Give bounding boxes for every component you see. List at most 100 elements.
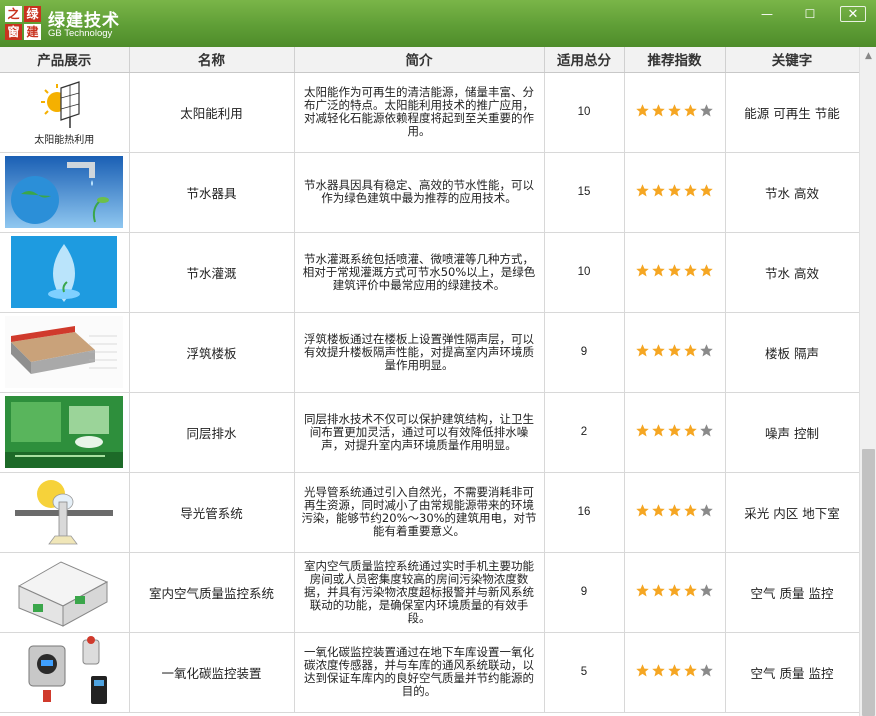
product-score: 2 — [544, 392, 625, 473]
star-empty-icon — [699, 583, 714, 601]
product-rating — [624, 632, 726, 713]
star-filled-icon — [683, 343, 698, 361]
star-rating — [635, 103, 714, 121]
star-filled-icon — [651, 503, 666, 521]
product-name: 导光管系统 — [129, 472, 295, 553]
product-score: 10 — [544, 232, 625, 313]
star-filled-icon — [667, 343, 682, 361]
star-filled-icon — [667, 103, 682, 121]
product-description: 节水器具因具有稳定、高效的节水性能，可以作为绿色建筑中最为推荐的应用技术。 — [294, 152, 545, 233]
star-filled-icon — [635, 343, 650, 361]
product-image-cell — [0, 392, 130, 473]
logo-char: 绿 — [24, 6, 41, 22]
product-image-cell — [0, 312, 130, 393]
star-filled-icon — [651, 583, 666, 601]
product-name: 同层排水 — [129, 392, 295, 473]
tech-table: 产品展示 名称 简介 适用总分 推荐指数 关键字 太阳能热利用 太阳能利用 太阳… — [0, 47, 859, 713]
table-row[interactable]: 同层排水 同层排水技术不仅可以保护建筑结构，让卫生间布置更加灵活，通过可以有效降… — [0, 392, 859, 473]
star-filled-icon — [699, 183, 714, 201]
star-rating — [635, 263, 714, 281]
product-keywords: 空气 质量 监控 — [725, 632, 859, 713]
table-row[interactable]: 浮筑楼板 浮筑楼板通过在楼板上设置弹性隔声层，可以有效提升楼板隔声性能，对提高室… — [0, 312, 859, 393]
solar-panel-icon: 太阳能热利用 — [5, 76, 123, 148]
star-filled-icon — [651, 183, 666, 201]
product-name: 节水灌溉 — [129, 232, 295, 313]
star-rating — [635, 183, 714, 201]
table-row[interactable]: 节水灌溉 节水灌溉系统包括喷灌、微喷灌等几种方式，相对于常规灌溉方式可节水50%… — [0, 232, 859, 313]
product-image-cell: 太阳能热利用 — [0, 72, 130, 153]
product-description: 太阳能作为可再生的清洁能源，储量丰富、分布广泛的特点。太阳能利用技术的推广应用，… — [294, 72, 545, 153]
column-header-score[interactable]: 适用总分 — [544, 47, 625, 73]
star-filled-icon — [667, 423, 682, 441]
table-row[interactable]: 导光管系统 光导管系统通过引入自然光，不需要消耗非可再生资源，同时减小了由常规能… — [0, 472, 859, 553]
star-rating — [635, 583, 714, 601]
product-score: 10 — [544, 72, 625, 153]
vertical-scrollbar[interactable]: ▲ — [859, 47, 876, 716]
product-name: 浮筑楼板 — [129, 312, 295, 393]
star-filled-icon — [683, 423, 698, 441]
product-image-cell — [0, 632, 130, 713]
product-description: 一氧化碳监控装置通过在地下车库设置一氧化碳浓度传感器，并与车库的通风系统联动，以… — [294, 632, 545, 713]
star-filled-icon — [699, 263, 714, 281]
product-score: 9 — [544, 552, 625, 633]
close-icon: ✕ — [847, 6, 859, 22]
water-drop-icon — [5, 236, 123, 308]
column-header-keywords[interactable]: 关键字 — [725, 47, 859, 73]
star-filled-icon — [635, 503, 650, 521]
product-keywords: 采光 内区 地下室 — [725, 472, 859, 553]
star-filled-icon — [635, 583, 650, 601]
table-row[interactable]: 室内空气质量监控系统 室内空气质量监控系统通过实时手机主要功能房间或人员密集度较… — [0, 552, 859, 633]
maximize-icon: ☐ — [804, 7, 816, 21]
product-name: 一氧化碳监控装置 — [129, 632, 295, 713]
scroll-up-arrow-icon[interactable]: ▲ — [860, 47, 876, 64]
product-rating — [624, 152, 726, 233]
star-empty-icon — [699, 503, 714, 521]
star-filled-icon — [667, 263, 682, 281]
column-header-product[interactable]: 产品展示 — [0, 47, 130, 73]
product-rating — [624, 552, 726, 633]
product-rating — [624, 232, 726, 313]
light-pipe-icon — [5, 476, 123, 548]
product-description: 同层排水技术不仅可以保护建筑结构，让卫生间布置更加灵活，通过可以有效降低排水噪声… — [294, 392, 545, 473]
table-row[interactable]: 太阳能热利用 太阳能利用 太阳能作为可再生的清洁能源，储量丰富、分布广泛的特点。… — [0, 72, 859, 153]
product-score: 9 — [544, 312, 625, 393]
star-empty-icon — [699, 423, 714, 441]
table-row[interactable]: 一氧化碳监控装置 一氧化碳监控装置通过在地下车库设置一氧化碳浓度传感器，并与车库… — [0, 632, 859, 713]
star-filled-icon — [651, 103, 666, 121]
star-filled-icon — [635, 103, 650, 121]
product-image-cell — [0, 232, 130, 313]
star-filled-icon — [651, 423, 666, 441]
star-filled-icon — [651, 663, 666, 681]
product-rating — [624, 472, 726, 553]
logo-char: 窗 — [5, 24, 22, 40]
star-empty-icon — [699, 103, 714, 121]
product-description: 光导管系统通过引入自然光，不需要消耗非可再生资源，同时减小了由常规能源带来的环境… — [294, 472, 545, 553]
minimize-button[interactable]: — — [756, 6, 778, 22]
column-header-desc[interactable]: 简介 — [294, 47, 545, 73]
star-filled-icon — [635, 663, 650, 681]
star-rating — [635, 423, 714, 441]
star-rating — [635, 343, 714, 361]
floating-floor-icon — [5, 316, 124, 388]
minimize-icon: — — [761, 7, 773, 21]
app-logo: 之 绿 窗 建 — [5, 6, 41, 40]
table-row[interactable]: 节水器具 节水器具因具有稳定、高效的节水性能，可以作为绿色建筑中最为推荐的应用技… — [0, 152, 859, 233]
star-filled-icon — [651, 343, 666, 361]
app-subtitle: GB Technology — [48, 28, 113, 39]
product-score: 5 — [544, 632, 625, 713]
table-header-row: 产品展示 名称 简介 适用总分 推荐指数 关键字 — [0, 47, 859, 73]
product-description: 浮筑楼板通过在楼板上设置弹性隔声层，可以有效提升楼板隔声性能，对提高室内声环境质… — [294, 312, 545, 393]
maximize-button[interactable]: ☐ — [799, 6, 821, 22]
logo-char: 之 — [5, 6, 22, 22]
water-faucet-earth-icon — [5, 156, 124, 228]
product-description: 节水灌溉系统包括喷灌、微喷灌等几种方式，相对于常规灌溉方式可节水50%以上，是绿… — [294, 232, 545, 313]
column-header-rating[interactable]: 推荐指数 — [624, 47, 726, 73]
close-button[interactable]: ✕ — [840, 6, 866, 22]
scroll-thumb[interactable] — [862, 449, 875, 716]
star-filled-icon — [635, 423, 650, 441]
tech-table-container: 产品展示 名称 简介 适用总分 推荐指数 关键字 太阳能热利用 太阳能利用 太阳… — [0, 47, 859, 716]
product-name: 太阳能利用 — [129, 72, 295, 153]
product-keywords: 噪声 控制 — [725, 392, 859, 473]
star-empty-icon — [699, 663, 714, 681]
column-header-name[interactable]: 名称 — [129, 47, 295, 73]
